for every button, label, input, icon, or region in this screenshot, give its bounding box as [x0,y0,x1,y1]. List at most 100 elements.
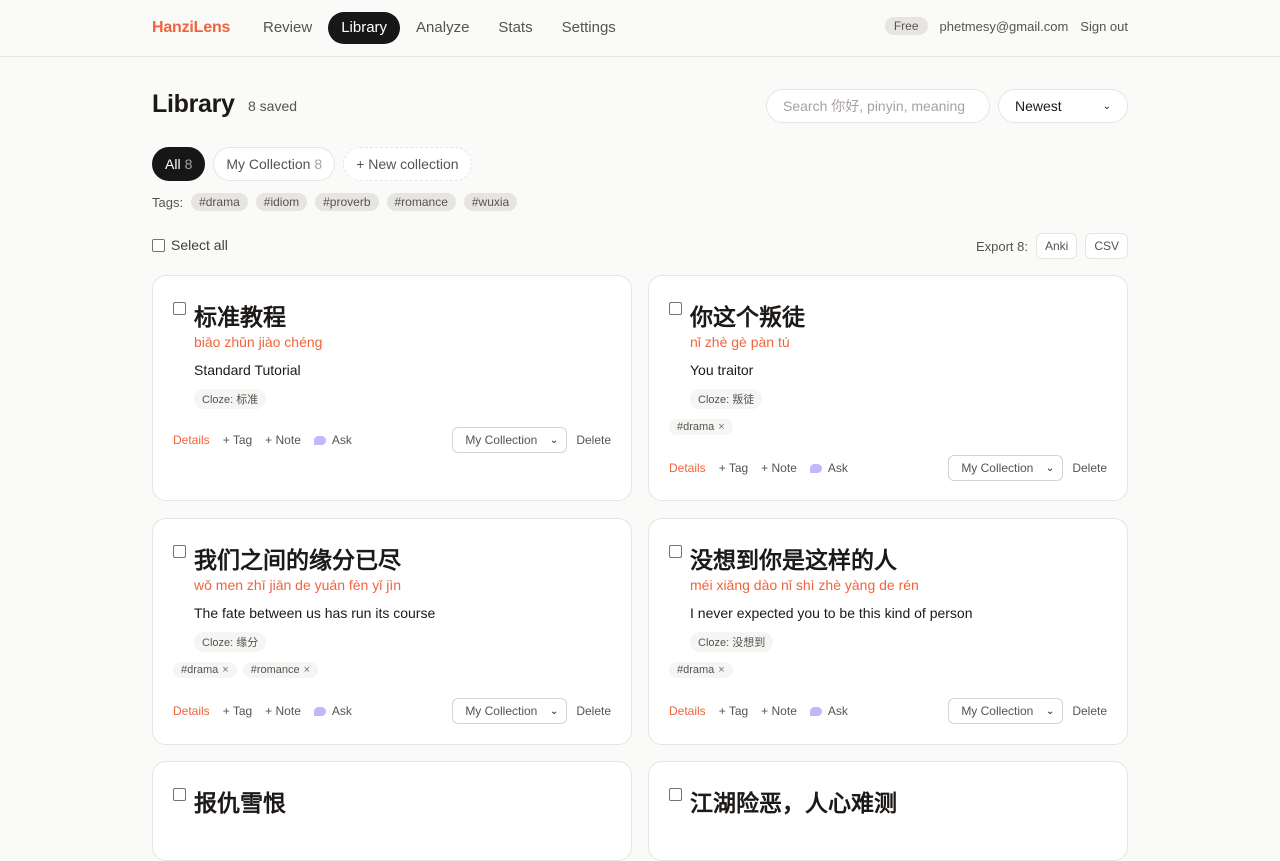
filter-all[interactable]: All 8 [152,147,206,181]
remove-tag-icon[interactable]: × [304,664,310,676]
collection-select[interactable]: My Collection ⌄ [948,455,1064,481]
details-link[interactable]: Details [669,461,706,475]
card-tags: #drama × #romance × [173,662,319,678]
card-hanzi: 报仇雪恨 [194,791,286,817]
nav-settings[interactable]: Settings [549,12,629,44]
card-meaning: The fate between us has run its course [194,605,436,621]
ask-button[interactable]: Ask [313,433,352,447]
phrase-card: 我们之间的缘分已尽 wǒ men zhī jiān de yuán fèn yǐ… [152,518,632,745]
card-pinyin: wǒ men zhī jiān de yuán fèn yǐ jìn [194,577,402,593]
chat-bubble-icon [809,707,822,716]
remove-tag-icon[interactable]: × [222,664,228,676]
ask-button[interactable]: Ask [313,704,352,718]
card-tags: #drama × [669,662,733,678]
collection-select-value: My Collection [465,433,538,447]
card-checkbox[interactable] [669,545,682,558]
card-hanzi: 没想到你是这样的人 [690,548,897,574]
add-tag-button[interactable]: + Tag [223,433,252,447]
ask-button[interactable]: Ask [809,704,848,718]
tags-label: Tags: [152,194,184,210]
card-meaning: You traitor [690,362,754,378]
remove-tag-icon[interactable]: × [718,421,724,433]
phrase-card: 标准教程 biāo zhǔn jiào chéng Standard Tutor… [152,275,632,501]
details-link[interactable]: Details [669,704,706,718]
delete-button[interactable]: Delete [1072,461,1107,475]
card-tag-label: #drama [677,664,715,676]
collection-select[interactable]: My Collection ⌄ [452,427,568,453]
phrase-card: 你这个叛徒 nǐ zhè gè pàn tú You traitor Cloze… [648,275,1128,501]
add-tag-button[interactable]: + Tag [719,461,748,475]
delete-button[interactable]: Delete [1072,704,1107,718]
collection-select[interactable]: My Collection ⌄ [452,698,568,724]
ask-label: Ask [827,704,848,718]
new-collection-button[interactable]: + New collection [343,147,472,181]
add-note-button[interactable]: + Note [265,704,301,718]
add-note-button[interactable]: + Note [265,433,301,447]
export-anki-button[interactable]: Anki [1035,233,1078,259]
delete-button[interactable]: Delete [576,433,611,447]
collection-select-value: My Collection [465,704,538,718]
search-input[interactable] [766,89,990,123]
phrase-card: 江湖险恶，人心难测 [648,761,1128,861]
tag-filter-proverb[interactable]: #proverb [315,193,379,211]
nav-review[interactable]: Review [250,12,325,44]
card-actions: Details + Tag + Note Ask My Collection ⌄ … [669,698,1107,724]
delete-button[interactable]: Delete [576,704,611,718]
nav-analyze[interactable]: Analyze [403,12,482,44]
card-checkbox[interactable] [173,788,186,801]
remove-tag-icon[interactable]: × [718,664,724,676]
add-note-button[interactable]: + Note [761,461,797,475]
chevron-down-icon: ⌄ [549,434,559,446]
collection-select-value: My Collection [961,704,1034,718]
brand-logo[interactable]: HanziLens [152,19,230,37]
select-all-checkbox[interactable] [152,238,165,252]
page-title: Library [152,90,235,118]
filter-my-collection-label: My Collection [226,156,311,172]
nav-stats[interactable]: Stats [485,12,545,44]
nav-library[interactable]: Library [328,12,401,44]
tag-filter-wuxia[interactable]: #wuxia [463,193,518,211]
add-tag-button[interactable]: + Tag [223,704,252,718]
chat-bubble-icon [313,436,326,445]
tag-filter-romance[interactable]: #romance [386,193,456,211]
chat-bubble-icon [809,464,822,473]
account-email: phetmesy@gmail.com [939,18,1069,34]
card-checkbox[interactable] [669,302,682,315]
sort-select[interactable]: Newest ⌄ [998,89,1128,123]
main-nav: Review Library Analyze Stats Settings [250,12,629,44]
card-tag-label: #drama [677,421,715,433]
ask-label: Ask [331,704,352,718]
tag-filter-idiom[interactable]: #idiom [255,193,308,211]
tag-filter-row: Tags: #drama #idiom #proverb #romance #w… [152,193,518,211]
card-tag-label: #romance [250,664,300,676]
tag-filter-drama[interactable]: #drama [191,193,248,211]
saved-count: 8 saved [248,98,298,114]
card-actions: Details + Tag + Note Ask My Collection ⌄ … [173,698,611,724]
card-checkbox[interactable] [669,788,682,801]
sign-out-link[interactable]: Sign out [1080,19,1128,34]
account-area: Free phetmesy@gmail.com Sign out [884,17,1128,35]
card-checkbox[interactable] [173,545,186,558]
export-label: Export 8: [975,238,1028,254]
select-all[interactable]: Select all [152,237,228,253]
card-tags: #drama × [669,419,733,435]
chevron-down-icon: ⌄ [1102,100,1111,112]
export-csv-button[interactable]: CSV [1085,233,1128,259]
card-pinyin: nǐ zhè gè pàn tú [690,334,790,350]
card-cloze: Cloze: 没想到 [690,632,774,652]
ask-button[interactable]: Ask [809,461,848,475]
add-note-button[interactable]: + Note [761,704,797,718]
card-hanzi: 我们之间的缘分已尽 [194,548,401,574]
add-tag-button[interactable]: + Tag [719,704,748,718]
card-tag: #drama × [669,662,733,678]
collection-filters: All 8 My Collection 8 + New collection [152,147,472,181]
filter-my-collection[interactable]: My Collection 8 [213,147,336,181]
card-tag: #drama × [669,419,733,435]
filter-all-count: 8 [184,156,193,172]
chevron-down-icon: ⌄ [1045,705,1055,717]
card-checkbox[interactable] [173,302,186,315]
details-link[interactable]: Details [173,433,210,447]
details-link[interactable]: Details [173,704,210,718]
collection-select[interactable]: My Collection ⌄ [948,698,1064,724]
card-meaning: I never expected you to be this kind of … [690,605,973,621]
